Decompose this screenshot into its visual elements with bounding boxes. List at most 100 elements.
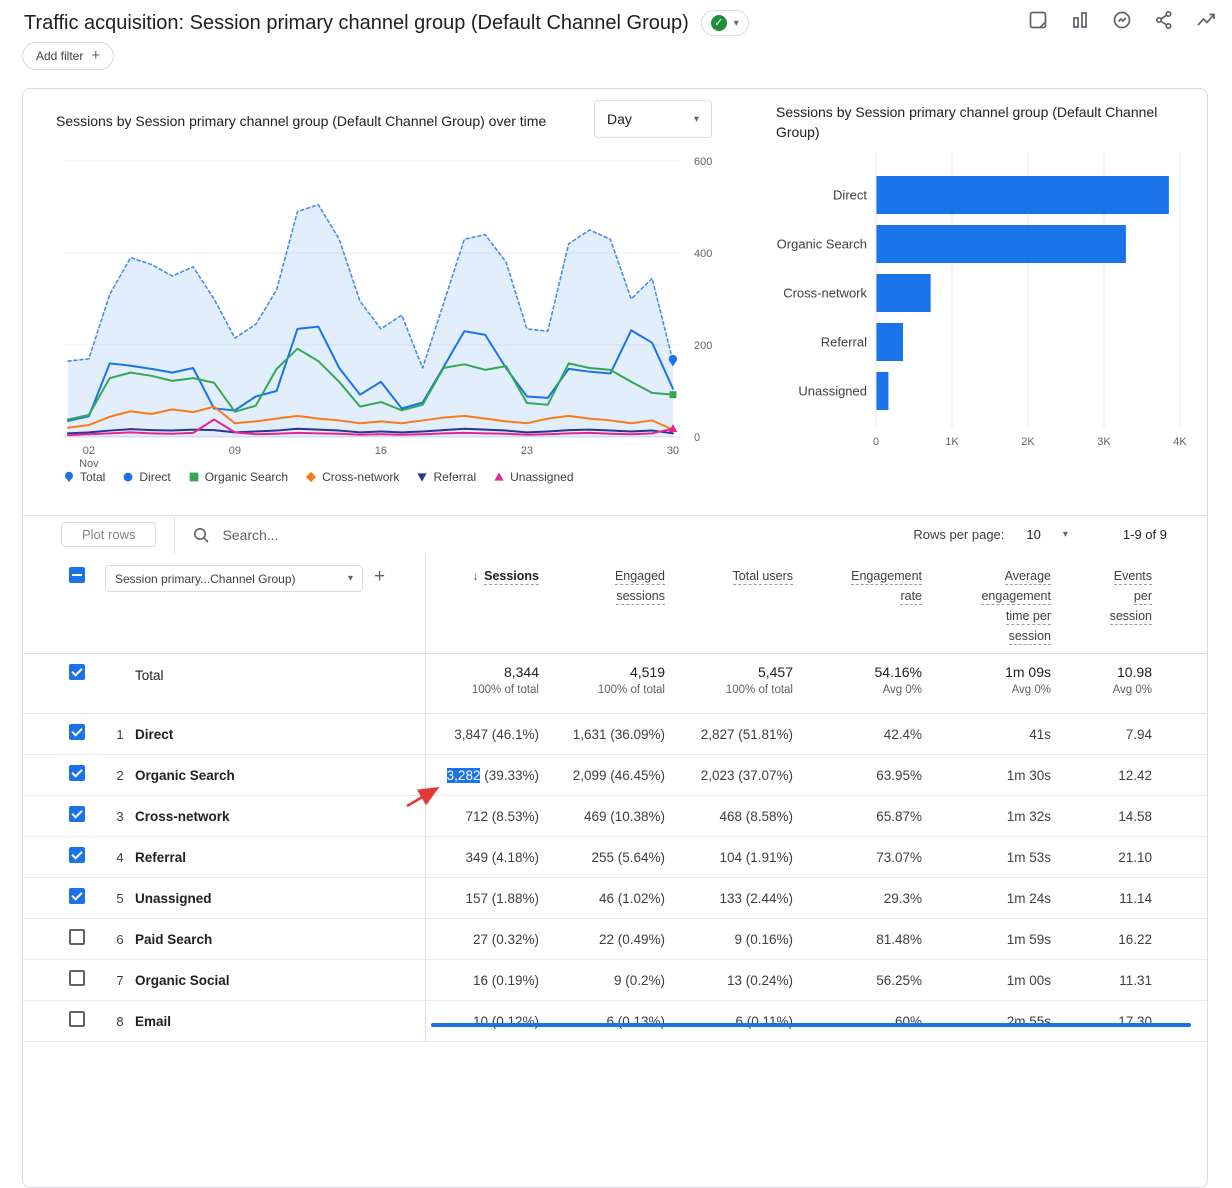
insights-icon[interactable] <box>1108 2 1136 38</box>
bar-chart-title: Sessions by Session primary channel grou… <box>776 102 1174 142</box>
svg-text:02: 02 <box>83 445 95 457</box>
chevron-down-icon: ▾ <box>1063 529 1068 540</box>
legend-item-referral: Referral <box>416 470 476 484</box>
row-checkbox-email[interactable] <box>69 1011 85 1027</box>
row-index: 5 <box>105 891 135 906</box>
dimension-controls: Session primary...Channel Group) ▾ + <box>105 553 425 653</box>
check-icon: ✓ <box>711 15 727 31</box>
add-dimension-button[interactable]: + <box>374 565 385 589</box>
report-status-badge[interactable]: ✓ ▾ <box>701 10 749 36</box>
metric-cell: 157 (1.88%) <box>425 891 547 906</box>
table-header-row: Session primary...Channel Group) ▾ + ↓ S… <box>23 553 1207 654</box>
row-checkbox-unassigned[interactable] <box>69 888 85 904</box>
table-row-paid-search: 6Paid Search27 (0.32%)22 (0.49%)9 (0.16%… <box>23 919 1207 960</box>
metric-cell: 56.25% <box>801 973 930 988</box>
row-checkbox-referral[interactable] <box>69 847 85 863</box>
metric-cell: 29.3% <box>801 891 930 906</box>
rows-per-page-select[interactable]: 10 ▾ <box>1026 527 1068 542</box>
svg-text:Referral: Referral <box>821 335 867 350</box>
select-all-checkbox[interactable] <box>69 567 85 583</box>
metric-cell: 1m 59s <box>930 932 1059 947</box>
svg-text:Cross-network: Cross-network <box>783 286 867 301</box>
channel-name: Unassigned <box>135 891 425 906</box>
interval-value: Day <box>607 111 632 127</box>
metric-cell: 1m 30s <box>930 768 1059 783</box>
sort-descending-icon: ↓ <box>472 569 478 583</box>
row-index: 1 <box>105 727 135 742</box>
sessions-over-time-chart: 600400200002Nov09162330 <box>63 154 743 474</box>
metric-cell: 65.87% <box>801 809 930 824</box>
total-metric-5: 10.98Avg 0% <box>1059 664 1207 696</box>
svg-text:1K: 1K <box>945 436 959 448</box>
table-body: 1Direct3,847 (46.1%)1,631 (36.09%)2,827 … <box>23 714 1207 1042</box>
metric-cell: 1m 24s <box>930 891 1059 906</box>
table-horizontal-scrollbar[interactable] <box>431 1023 1191 1027</box>
channel-name: Organic Search <box>135 768 425 783</box>
svg-text:16: 16 <box>375 445 387 457</box>
row-checkbox-paid-search[interactable] <box>69 929 85 945</box>
metric-cell: 1,631 (36.09%) <box>547 727 673 742</box>
table-row-cross-network: 3Cross-network712 (8.53%)469 (10.38%)468… <box>23 796 1207 837</box>
trending-icon[interactable] <box>1192 2 1220 38</box>
metric-cell: 1m 53s <box>930 850 1059 865</box>
table-row-unassigned: 5Unassigned157 (1.88%)46 (1.02%)133 (2.4… <box>23 878 1207 919</box>
chevron-down-icon: ▾ <box>734 18 739 29</box>
total-metric-3: 54.16%Avg 0% <box>801 664 930 696</box>
row-index: 4 <box>105 850 135 865</box>
metric-cell: 1m 32s <box>930 809 1059 824</box>
search-icon <box>192 526 210 544</box>
total-row-checkbox[interactable] <box>69 664 85 680</box>
metric-cell: 133 (2.44%) <box>673 891 801 906</box>
column-header-events-per-session[interactable]: Eventspersession <box>1059 553 1207 653</box>
metric-cell: 712 (8.53%) <box>425 809 547 824</box>
interval-select[interactable]: Day ▾ <box>594 100 712 138</box>
legend-item-unassigned: Unassigned <box>493 470 573 484</box>
chevron-down-icon: ▾ <box>694 114 699 125</box>
share-icon[interactable] <box>1150 2 1178 38</box>
legend-label: Unassigned <box>510 470 573 484</box>
legend-item-direct: Direct <box>122 470 170 484</box>
metric-cell: 9 (0.16%) <box>673 932 801 947</box>
svg-text:4K: 4K <box>1173 436 1187 448</box>
column-header-engagement-rate[interactable]: Engagementrate <box>801 553 930 653</box>
column-header-average-engagement-time-per-session[interactable]: Averageengagementtime persession <box>930 553 1059 653</box>
row-index: 8 <box>105 1014 135 1029</box>
channel-name: Referral <box>135 850 425 865</box>
row-checkbox-organic-search[interactable] <box>69 765 85 781</box>
metric-cell: 63.95% <box>801 768 930 783</box>
add-filter-button[interactable]: Add filter + <box>22 42 114 70</box>
metric-cell: 12.42 <box>1059 768 1207 783</box>
metric-cell: 13 (0.24%) <box>673 973 801 988</box>
metric-cell: 2,827 (51.81%) <box>673 727 801 742</box>
svg-text:2K: 2K <box>1021 436 1035 448</box>
column-header-engaged-sessions[interactable]: Engagedsessions <box>547 553 673 653</box>
channel-name: Cross-network <box>135 809 425 824</box>
metric-cell: 11.31 <box>1059 973 1207 988</box>
svg-text:09: 09 <box>229 445 241 457</box>
total-metric-0: 8,344100% of total <box>425 664 547 696</box>
row-checkbox-cross-network[interactable] <box>69 806 85 822</box>
row-checkbox-direct[interactable] <box>69 724 85 740</box>
dimension-selector[interactable]: Session primary...Channel Group) ▾ <box>105 565 363 592</box>
metric-cell: 16 (0.19%) <box>425 973 547 988</box>
svg-text:Nov: Nov <box>79 458 99 470</box>
metric-cell: 27 (0.32%) <box>425 932 547 947</box>
channel-name: Direct <box>135 727 425 742</box>
pagination-controls: Rows per page: 10 ▾ 1-9 of 9 <box>913 527 1207 542</box>
plot-rows-button[interactable]: Plot rows <box>61 522 156 547</box>
metric-cell: 255 (5.64%) <box>547 850 673 865</box>
table-row-referral: 4Referral349 (4.18%)255 (5.64%)104 (1.91… <box>23 837 1207 878</box>
column-header-total-users[interactable]: Total users <box>673 553 801 653</box>
note-card-icon[interactable] <box>1024 2 1052 38</box>
column-header-sessions[interactable]: ↓ Sessions <box>425 553 547 653</box>
plus-icon: + <box>91 51 100 61</box>
add-filter-label: Add filter <box>36 49 83 63</box>
metric-cell: 11.14 <box>1059 891 1207 906</box>
line-chart-title: Sessions by Session primary channel grou… <box>56 113 546 129</box>
svg-text:23: 23 <box>521 445 533 457</box>
bar-chart-icon[interactable] <box>1066 2 1094 38</box>
row-checkbox-organic-social[interactable] <box>69 970 85 986</box>
legend-item-cross-network: Cross-network <box>305 470 399 484</box>
metric-cell: 41s <box>930 727 1059 742</box>
search-input[interactable] <box>220 526 504 544</box>
